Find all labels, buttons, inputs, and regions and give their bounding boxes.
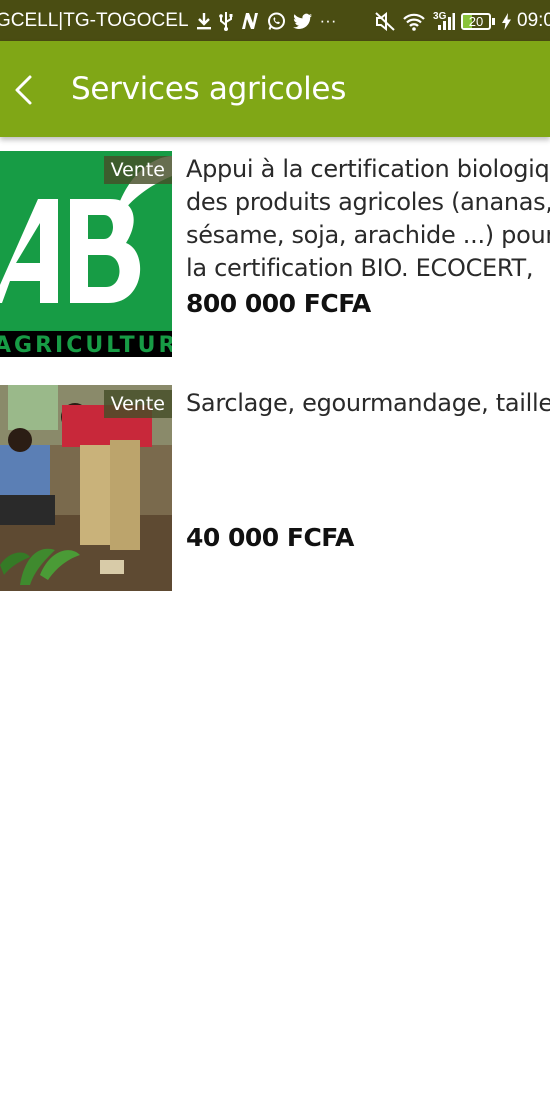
network-type-label: 3G (433, 10, 447, 22)
n-app-icon (240, 12, 260, 30)
description-line: Appui à la certification biologique (186, 155, 550, 183)
listing-item[interactable]: Vente Sarclage, egourmandage, taille 40 … (0, 385, 550, 591)
back-button[interactable] (10, 73, 40, 107)
status-bar: GCELL|TG-TOGOCEL ··· 3G 20 09:0 (0, 0, 550, 41)
listing-type-badge: Vente (103, 156, 172, 184)
back-arrow-icon (15, 75, 32, 105)
carrier-label: GCELL|TG-TOGOCEL (0, 10, 189, 31)
description-line: la certification BIO. ECOCERT, (186, 254, 534, 282)
usb-icon (218, 11, 233, 31)
listing-price: 800 000 FCFA (186, 289, 371, 318)
clock: 09:0 (517, 10, 550, 31)
description-line: des produits agricoles (ananas, (186, 188, 550, 216)
listing-image-ab-logo: AGRICULTURE Vente (0, 151, 172, 357)
listing-description: Sarclage, egourmandage, taille (186, 387, 550, 420)
status-bar-left: GCELL|TG-TOGOCEL ··· (0, 10, 337, 32)
whatsapp-icon (267, 12, 286, 31)
battery-level: 20 (468, 13, 484, 29)
charging-icon (502, 12, 512, 30)
listing-type-badge: Vente (103, 390, 172, 418)
page-title: Services agricoles (71, 71, 347, 107)
status-bar-right: 3G 20 09:0 (368, 10, 550, 32)
listing-item[interactable]: AGRICULTURE Vente Appui à la certificati… (0, 151, 550, 357)
listing-price: 40 000 FCFA (186, 523, 354, 552)
listing-description: Appui à la certification biologique des … (186, 153, 550, 285)
battery-icon: 20 (461, 12, 496, 30)
download-icon (196, 12, 212, 30)
cellular-signal-icon: 3G (433, 11, 456, 31)
listing-image-field-workers: Vente (0, 385, 172, 591)
more-notifications-icon: ··· (319, 11, 337, 30)
app-bar: Services agricoles (0, 41, 550, 137)
wifi-icon (402, 12, 426, 31)
description-line: Sarclage, egourmandage, taille (186, 389, 550, 417)
mute-icon (375, 11, 395, 31)
twitter-icon (292, 13, 313, 30)
agriculture-logo-text: AGRICULTURE (0, 333, 172, 357)
description-line: sésame, soja, arachide ...) pour (186, 221, 550, 249)
